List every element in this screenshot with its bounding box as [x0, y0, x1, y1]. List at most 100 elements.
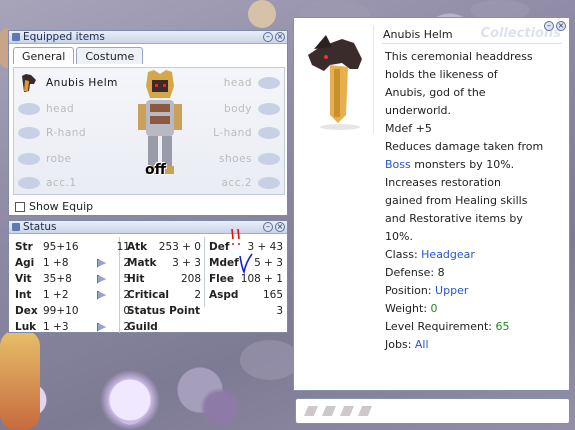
stat-name: Hit [127, 273, 145, 285]
tab-general[interactable]: General [13, 47, 75, 64]
character-sprite[interactable] [248, 0, 276, 28]
slot-label: L-hand [213, 127, 252, 139]
stat-name: Critical [127, 289, 170, 301]
jobs-line: Jobs: All [385, 338, 429, 351]
description-line: underworld. [385, 104, 451, 117]
empty-slot-icon [258, 77, 280, 89]
equipped-items-window[interactable]: Equipped items – × General Costume Anubi… [8, 30, 288, 216]
stat-row-luk: Luk 1 +3 2 [15, 320, 130, 334]
empty-slot-icon [18, 103, 40, 115]
stat-name: Str [15, 241, 33, 253]
show-equip-label: Show Equip [29, 200, 94, 213]
empty-slot-icon [258, 177, 280, 189]
equipped-items-titlebar[interactable]: Equipped items – × [9, 31, 287, 44]
slot-body[interactable]: body [168, 98, 280, 120]
empty-slot-icon [18, 127, 40, 139]
slot-label: head [46, 103, 75, 115]
status-titlebar[interactable]: Status – × [9, 221, 287, 234]
stat-value: 2 [194, 289, 201, 301]
stat-row-hit: Hit 208 [127, 272, 201, 286]
slot-head-top[interactable]: head [168, 72, 280, 94]
tab-costume[interactable]: Costume [76, 47, 144, 64]
description-line: holds the likeness of [385, 68, 498, 81]
stat-up-arrow-icon[interactable] [97, 258, 106, 268]
hotkey-slot-icon[interactable] [340, 406, 354, 416]
stat-value: 1 +3 [43, 321, 69, 333]
stat-name: Int [15, 289, 32, 301]
weight-line: Weight: 0 [385, 302, 438, 315]
show-equip-toggle[interactable]: Show Equip [15, 200, 93, 213]
mdef-line: Mdef +5 [385, 122, 432, 135]
slot-left-hand[interactable]: L-hand [168, 122, 280, 144]
stat-name: Vit [15, 273, 32, 285]
stat-value: 35+8 [43, 273, 72, 285]
item-illustration [302, 25, 374, 133]
item-name: Anubis Helm [383, 28, 453, 41]
character-sprite[interactable] [200, 385, 240, 430]
anubis-helm-icon [22, 74, 36, 92]
stat-value: 165 [262, 289, 283, 301]
close-icon[interactable]: × [275, 32, 285, 42]
show-equip-checkbox[interactable] [15, 201, 25, 212]
stat-up-placeholder [97, 307, 106, 316]
hotkey-slot-icon[interactable] [322, 406, 336, 416]
stat-value: 1 +2 [43, 289, 69, 301]
stat-row-def: Def 3 + 43 [209, 240, 283, 254]
character-sprite[interactable] [100, 370, 160, 430]
effect-line: Reduces damage taken from [385, 140, 544, 153]
empty-slot-icon [18, 153, 40, 165]
slot-label: shoes [219, 153, 252, 165]
slot-head-lower[interactable]: head [18, 98, 130, 120]
stat-name: Luk [15, 321, 37, 333]
slot-robe[interactable]: robe [18, 148, 130, 170]
stat-up-placeholder [97, 243, 106, 252]
stat-row-critical: Critical 2 [127, 288, 201, 302]
minimize-icon[interactable]: – [263, 222, 273, 232]
item-info-window[interactable]: Collections – × Anubis Helm This ceremon… [293, 17, 570, 391]
stat-row-flee: Flee 108 + 1 [209, 272, 283, 286]
stat-up-arrow-icon[interactable] [97, 290, 106, 300]
stat-value: 3 + 3 [172, 257, 201, 269]
stat-row-status-point: Status Point 3 [127, 304, 283, 318]
hotkey-slot-icon[interactable] [358, 406, 372, 416]
empty-slot-icon [18, 177, 40, 189]
equipment-panel: Anubis Helm head R-hand robe acc.1 off h… [13, 67, 285, 195]
stat-value: 253 + 0 [158, 241, 201, 253]
effect-line-boss: Boss monsters by 10%. [385, 158, 515, 171]
stat-value: 5 + 3 [254, 257, 283, 269]
slot-label: Anubis Helm [46, 77, 118, 89]
defense-line: Defense: 8 [385, 266, 445, 279]
character-sprite[interactable] [0, 330, 40, 430]
position-line: Position: Upper [385, 284, 469, 297]
stat-name: Mdef [209, 257, 239, 269]
slot-label: robe [46, 153, 72, 165]
slot-label: acc.1 [46, 177, 77, 189]
slot-acc1[interactable]: acc.1 [18, 172, 130, 194]
slot-right-hand[interactable]: R-hand [18, 122, 130, 144]
stat-name: Guild [127, 321, 158, 333]
anubis-helm-illustration-icon [308, 35, 362, 130]
stat-value: 208 [180, 273, 201, 285]
window-title: Equipped items [23, 31, 105, 43]
stat-row-matk: Matk 3 + 3 [127, 256, 201, 270]
stat-value: 3 + 43 [247, 241, 283, 253]
stat-row-aspd: Aspd 165 [209, 288, 283, 302]
slot-shoes[interactable]: shoes [168, 148, 280, 170]
minimize-icon[interactable]: – [263, 32, 273, 42]
stat-row-atk: Atk 253 + 0 [127, 240, 201, 254]
class-value: Headgear [421, 248, 475, 261]
slot-head-filled[interactable]: Anubis Helm [18, 72, 130, 94]
stat-name: Def [209, 241, 230, 253]
hotkey-bar[interactable] [295, 398, 570, 424]
minimize-icon[interactable]: – [544, 21, 554, 31]
stat-up-arrow-icon[interactable] [97, 322, 106, 332]
effect-line: Increases restoration [385, 176, 501, 189]
close-icon[interactable]: × [275, 222, 285, 232]
window-icon [12, 33, 20, 41]
status-window[interactable]: Status – × Str 95+16 11 Agi 1 +8 2 Vit 3… [8, 220, 288, 333]
window-icon [12, 223, 20, 231]
stat-up-arrow-icon[interactable] [97, 274, 106, 284]
close-icon[interactable]: × [556, 21, 566, 31]
hotkey-slot-icon[interactable] [304, 406, 318, 416]
slot-acc2[interactable]: acc.2 [168, 172, 280, 194]
